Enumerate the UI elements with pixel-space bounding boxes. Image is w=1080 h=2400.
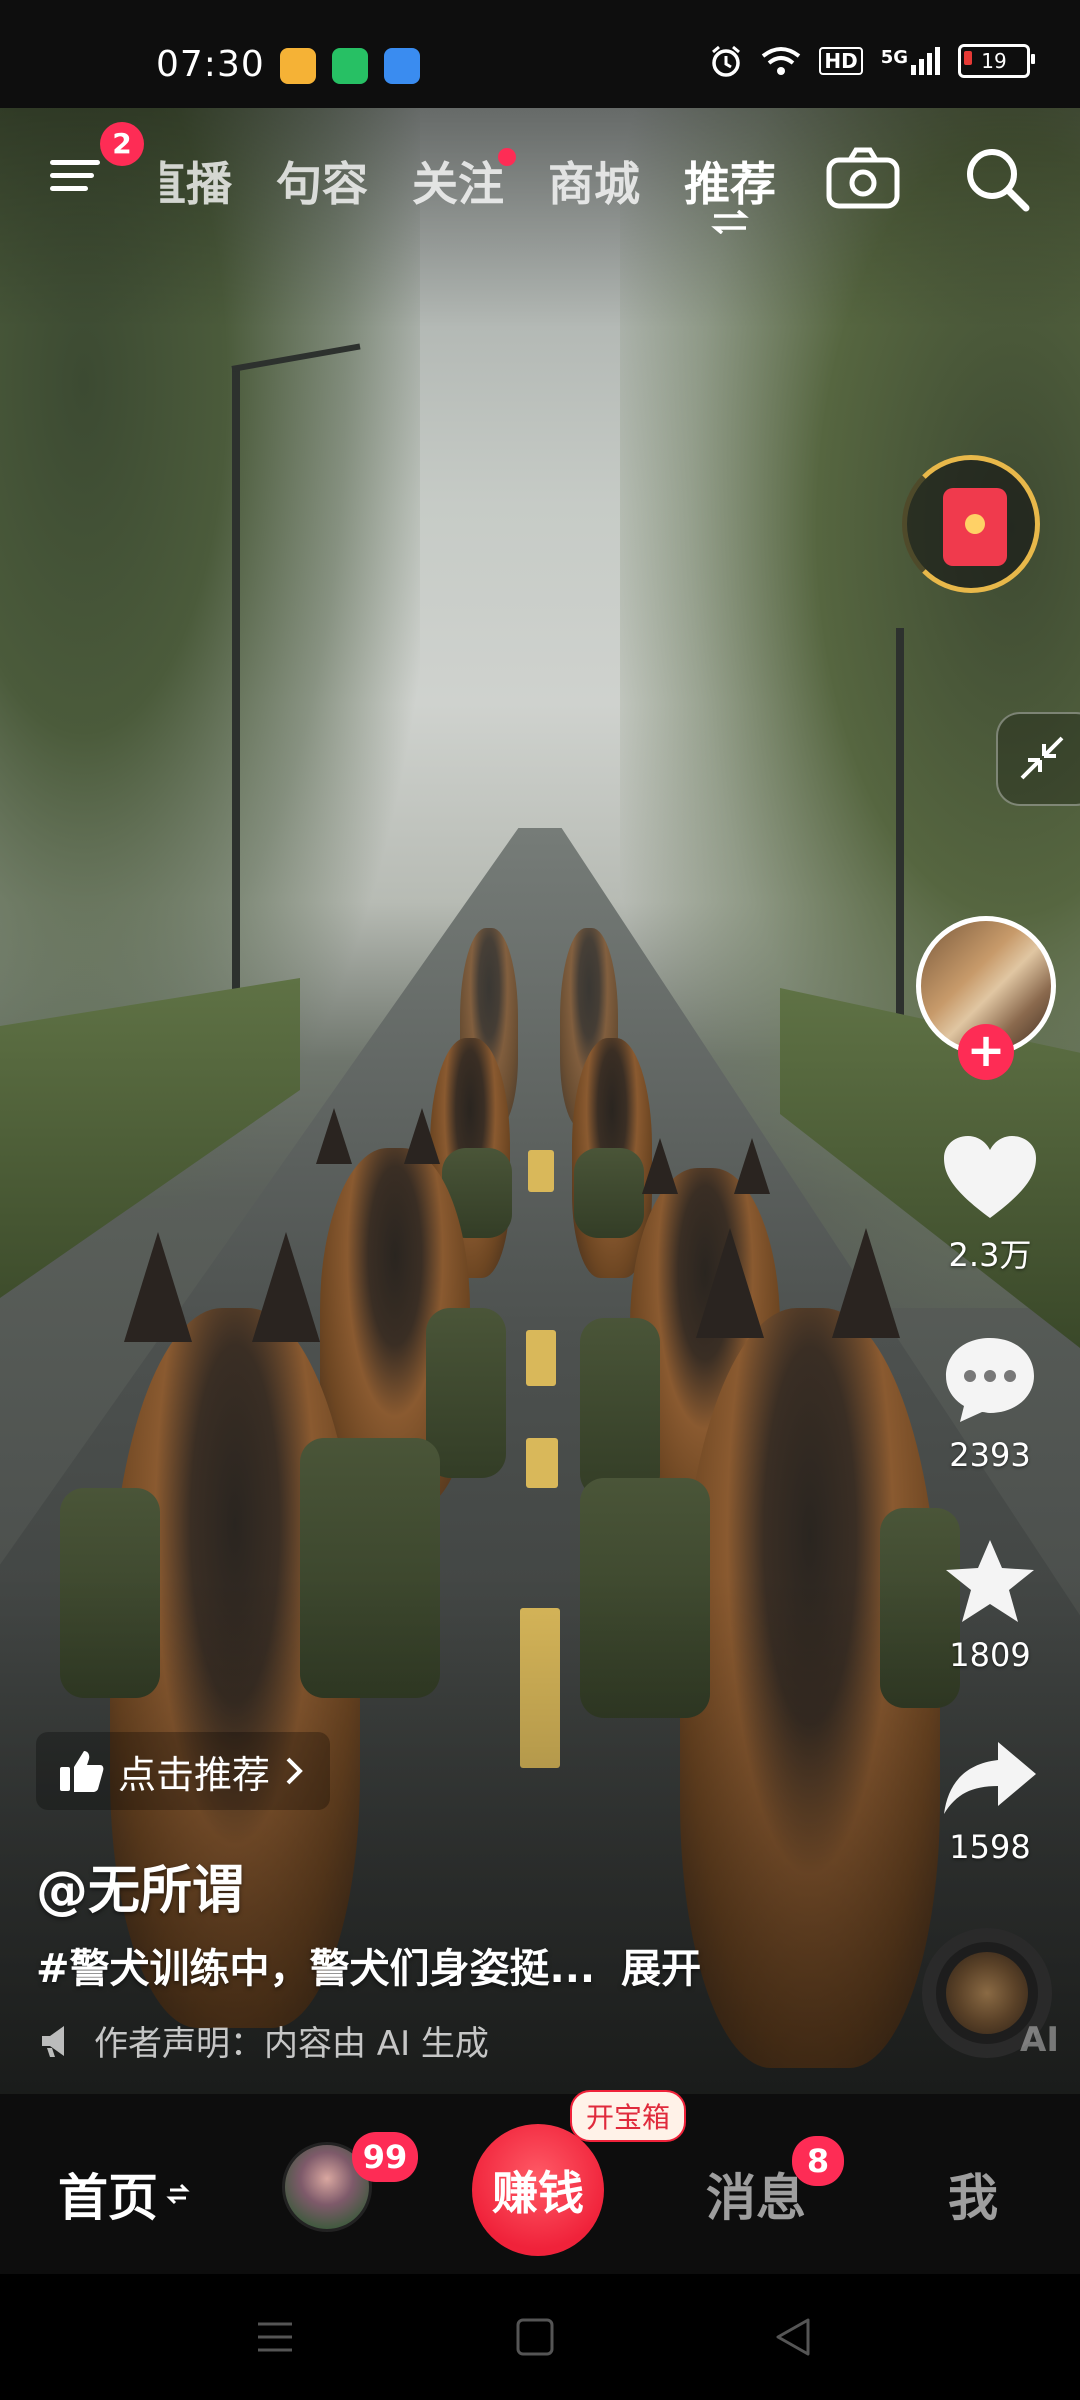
camera-icon[interactable] (826, 146, 900, 210)
street-lamp (232, 368, 240, 1008)
menu-button[interactable] (50, 152, 106, 208)
star-icon (946, 1540, 1034, 1622)
weibo-icon (280, 48, 316, 84)
comment-icon (946, 1338, 1034, 1422)
lane-marking (528, 1150, 554, 1192)
back-icon[interactable] (770, 2314, 816, 2360)
recent-apps-icon[interactable] (252, 2314, 298, 2360)
chevron-right-icon (286, 1757, 303, 1785)
tab-live[interactable]: 直播 (160, 148, 232, 214)
nav-me[interactable]: 我 (948, 2158, 998, 2230)
tab-following[interactable]: 关注 (412, 148, 516, 214)
author-name[interactable]: @无所谓 (36, 1848, 244, 1923)
like-button[interactable]: 2.3万 (910, 1134, 1070, 1276)
messages-badge: 8 (792, 2136, 844, 2186)
nav-home[interactable]: 首页 (58, 2158, 190, 2230)
switch-icon (166, 2183, 190, 2205)
tab-recommend[interactable]: 推荐 (684, 148, 776, 234)
red-envelope-icon (943, 488, 1007, 566)
dog-ear (252, 1232, 320, 1342)
share-button[interactable]: 1598 (910, 1738, 1070, 1866)
music-cover-icon (946, 1952, 1028, 2034)
like-count: 2.3万 (948, 1236, 1032, 1274)
new-content-dot (498, 148, 516, 166)
status-bar: 07:30 HD 5G 19 (0, 0, 1080, 108)
follow-button[interactable]: + (958, 1024, 1014, 1080)
battery-app-icon (332, 48, 368, 84)
menu-badge: 2 (100, 122, 144, 166)
wifi-icon (762, 47, 801, 75)
comment-count: 2393 (949, 1436, 1031, 1474)
home-icon[interactable] (512, 2314, 558, 2360)
bottom-nav: 首页 99 赚钱 开宝箱 消息 8 我 (0, 2090, 1080, 2274)
lane-marking (526, 1330, 556, 1386)
dog-ear (696, 1228, 764, 1338)
feed-tabs: 直播 句容 关注 商城 推荐 (140, 148, 776, 234)
treasure-box-tag[interactable]: 开宝箱 (570, 2090, 687, 2142)
street-lamp (896, 628, 904, 1018)
battery-icon: 19 (958, 44, 1035, 78)
menu-icon (50, 160, 100, 165)
lane-marking (526, 1438, 558, 1488)
weather-icon (384, 48, 420, 84)
dog-ear (124, 1232, 192, 1342)
comment-button[interactable]: 2393 (910, 1334, 1070, 1474)
red-packet-button[interactable] (902, 455, 1040, 593)
nav-messages[interactable]: 消息 (706, 2158, 806, 2230)
dog-ear (832, 1228, 900, 1338)
status-time: 07:30 (156, 44, 265, 85)
top-nav: 2 直播 句容 关注 商城 推荐 (0, 108, 1080, 238)
megaphone-icon (42, 2025, 64, 2057)
dog-ear (642, 1138, 678, 1194)
video-description[interactable]: #警犬训练中，警犬们身姿挺... 展开 (36, 1936, 701, 1994)
nav-earn-button[interactable]: 赚钱 (472, 2124, 604, 2256)
expand-button[interactable]: 展开 (621, 1946, 701, 1992)
recommend-button[interactable]: 点击推荐 (36, 1732, 331, 1810)
switch-icon (711, 210, 749, 234)
system-nav-bar (0, 2274, 1080, 2400)
search-icon[interactable] (962, 144, 1032, 214)
thumbs-up-icon (60, 1751, 104, 1792)
share-count: 1598 (949, 1828, 1031, 1866)
share-icon (944, 1742, 1036, 1814)
tab-local[interactable]: 句容 (276, 148, 368, 214)
dog-ear (734, 1138, 770, 1194)
ai-watermark: AI (1020, 2020, 1059, 2060)
favorite-count: 1809 (949, 1636, 1031, 1674)
alarm-icon (712, 45, 741, 77)
dog-ear (316, 1108, 352, 1164)
tab-mall[interactable]: 商城 (548, 148, 640, 214)
dog-backpack (580, 1318, 660, 1498)
author-declaration: 作者声明：内容由 AI 生成 (40, 2016, 489, 2065)
recommend-label: 点击推荐 (118, 1752, 271, 1797)
favorite-button[interactable]: 1809 (910, 1538, 1070, 1674)
hd-indicator: HD (819, 47, 863, 75)
network-indicator: 5G (881, 47, 940, 75)
dog-ear (404, 1108, 440, 1164)
friends-badge: 99 (352, 2132, 418, 2182)
heart-icon (944, 1136, 1036, 1218)
collapse-icon (1020, 736, 1064, 780)
dog-backpack (574, 1148, 644, 1238)
collapse-button[interactable] (996, 712, 1080, 806)
